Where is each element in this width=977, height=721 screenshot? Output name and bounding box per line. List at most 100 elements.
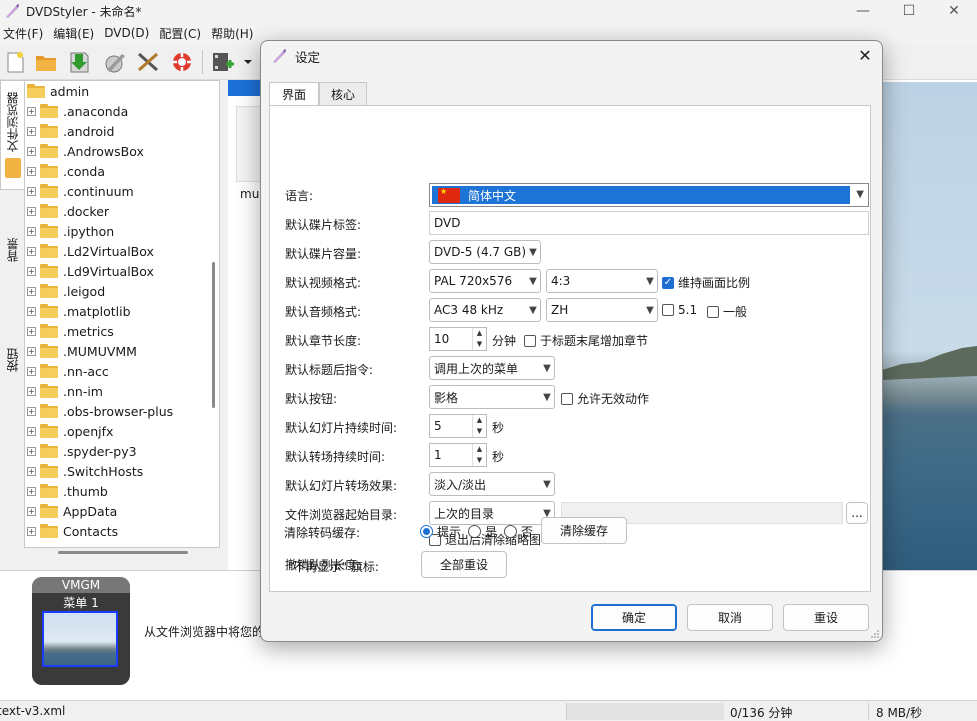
spin-down-icon[interactable]: ▼ (473, 339, 486, 350)
transition-effect-select[interactable]: 淡入/淡出 ▼ (429, 472, 555, 496)
tab-interface[interactable]: 界面 (269, 82, 319, 107)
add-video-icon[interactable] (210, 50, 236, 74)
expand-plus-icon[interactable]: + (27, 406, 36, 416)
tree-item[interactable]: + .android (27, 121, 114, 141)
tree-item[interactable]: + .metrics (27, 321, 114, 341)
tree-item[interactable]: + .docker (27, 201, 109, 221)
expand-plus-icon[interactable]: + (27, 526, 36, 536)
tree-item[interactable]: + .MUMUVMM (27, 341, 137, 361)
expand-plus-icon[interactable]: + (27, 106, 36, 116)
menu-file[interactable]: 文件(F) (0, 25, 50, 42)
tree-item[interactable]: + .spyder-py3 (27, 441, 137, 461)
file-tree[interactable]: admin + .anaconda + .android + .AndrowsBox + .c… (24, 80, 220, 548)
spin-down-icon[interactable]: ▼ (473, 455, 486, 466)
tree-item[interactable]: + .AndrowsBox (27, 141, 144, 161)
radio-yes[interactable]: 是 (468, 523, 497, 540)
open-folder-icon[interactable] (33, 50, 59, 74)
expand-plus-icon[interactable]: + (27, 346, 36, 356)
expand-plus-icon[interactable]: + (27, 166, 36, 176)
tree-item[interactable]: + Contacts (27, 521, 118, 541)
radio-no[interactable]: 否 (504, 523, 533, 540)
clear-cache-button[interactable]: 清除缓存 (541, 517, 627, 544)
tree-item[interactable]: + .conda (27, 161, 105, 181)
normal-checkbox[interactable]: 一般 (707, 303, 747, 320)
tree-root[interactable]: admin (27, 81, 89, 101)
expand-plus-icon[interactable]: + (27, 146, 36, 156)
reset-all-button[interactable]: 全部重设 (421, 551, 507, 578)
expand-plus-icon[interactable]: + (27, 466, 36, 476)
disc-label-input[interactable]: DVD (429, 211, 869, 235)
menu-edit[interactable]: 编辑(E) (50, 25, 101, 42)
expand-plus-icon[interactable]: + (27, 186, 36, 196)
spin-up-icon[interactable]: ▲ (473, 328, 486, 339)
expand-plus-icon[interactable]: + (27, 386, 36, 396)
aspect-ratio-select[interactable]: 4:3 ▼ (546, 269, 658, 293)
tree-item[interactable]: + .SwitchHosts (27, 461, 143, 481)
tree-item[interactable]: + .ipython (27, 221, 114, 241)
tab-core[interactable]: 核心 (319, 82, 367, 106)
chapter-length-spinner[interactable]: 10 ▲ ▼ (429, 327, 487, 351)
minimize-button[interactable]: — (840, 0, 886, 22)
keep-aspect-checkbox[interactable]: ✓ 维持画面比例 (662, 274, 750, 291)
expand-plus-icon[interactable]: + (27, 446, 36, 456)
spin-up-icon[interactable]: ▲ (473, 415, 486, 426)
browse-button[interactable]: ... (846, 502, 868, 524)
video-format-select[interactable]: PAL 720x576 ▼ (429, 269, 541, 293)
surround-checkbox[interactable]: 5.1 (662, 303, 697, 317)
post-command-select[interactable]: 调用上次的菜单 ▼ (429, 356, 555, 380)
new-file-icon[interactable] (2, 50, 28, 74)
expand-plus-icon[interactable]: + (27, 206, 36, 216)
ok-button[interactable]: 确定 (591, 604, 677, 631)
tree-item[interactable]: + .Ld2VirtualBox (27, 241, 154, 261)
expand-plus-icon[interactable]: + (27, 426, 36, 436)
expand-plus-icon[interactable]: + (27, 366, 36, 376)
tree-item[interactable]: + AppData (27, 501, 117, 521)
tree-item[interactable]: + .openjfx (27, 421, 113, 441)
radio-prompt[interactable]: 提示 (420, 523, 461, 540)
slide-duration-spinner[interactable]: 5 ▲ ▼ (429, 414, 487, 438)
tree-item[interactable]: + .thumb (27, 481, 108, 501)
burn-icon[interactable] (102, 50, 128, 74)
menu1-thumbnail[interactable] (42, 611, 118, 667)
menu-help[interactable]: 帮助(H) (208, 25, 260, 42)
expand-plus-icon[interactable]: + (27, 246, 36, 256)
language-select[interactable]: ★ 简体中文 ▼ (429, 183, 869, 207)
add-chapter-checkbox[interactable]: 于标题末尾增加章节 (524, 332, 648, 349)
tree-horizontal-scrollbar[interactable] (58, 551, 188, 554)
tree-vertical-scrollbar[interactable] (212, 262, 215, 408)
save-icon[interactable] (66, 50, 92, 74)
cancel-button[interactable]: 取消 (687, 604, 773, 631)
tree-item[interactable]: + .matplotlib (27, 301, 131, 321)
tree-item[interactable]: + .anaconda (27, 101, 128, 121)
vmgm-menu-thumb[interactable]: VMGM 菜单 1 (32, 577, 130, 685)
expand-plus-icon[interactable]: + (27, 306, 36, 316)
settings-tools-icon[interactable] (135, 50, 161, 74)
help-lifebuoy-icon[interactable] (169, 50, 195, 74)
resize-grip-icon[interactable] (870, 629, 880, 639)
tree-item[interactable]: + .Ld9VirtualBox (27, 261, 154, 281)
tab-buttons[interactable]: 按钮 (0, 330, 24, 390)
default-button-select[interactable]: 影格 ▼ (429, 385, 555, 409)
reset-button[interactable]: 重设 (783, 604, 869, 631)
tree-item[interactable]: + .nn-im (27, 381, 103, 401)
expand-plus-icon[interactable]: + (27, 126, 36, 136)
browser-dir-select[interactable]: 上次的目录 ▼ (429, 501, 555, 525)
menu-config[interactable]: 配置(C) (156, 25, 208, 42)
chevron-down-icon[interactable] (240, 50, 256, 74)
expand-plus-icon[interactable]: + (27, 286, 36, 296)
allow-invalid-checkbox[interactable]: 允许无效动作 (561, 390, 649, 407)
tree-item[interactable]: + .leigod (27, 281, 105, 301)
spin-down-icon[interactable]: ▼ (473, 426, 486, 437)
expand-plus-icon[interactable]: + (27, 486, 36, 496)
tab-file-browser[interactable]: 文件浏览器 (0, 80, 24, 190)
maximize-button[interactable]: ☐ (886, 0, 932, 22)
audio-language-select[interactable]: ZH ▼ (546, 298, 658, 322)
expand-plus-icon[interactable]: + (27, 266, 36, 276)
tree-item[interactable]: + .continuum (27, 181, 134, 201)
tab-background[interactable]: 背景 (0, 220, 24, 280)
transition-duration-spinner[interactable]: 1 ▲ ▼ (429, 443, 487, 467)
tree-item[interactable]: + .obs-browser-plus (27, 401, 173, 421)
close-window-button[interactable]: ✕ (931, 0, 977, 22)
audio-format-select[interactable]: AC3 48 kHz ▼ (429, 298, 541, 322)
expand-plus-icon[interactable]: + (27, 226, 36, 236)
